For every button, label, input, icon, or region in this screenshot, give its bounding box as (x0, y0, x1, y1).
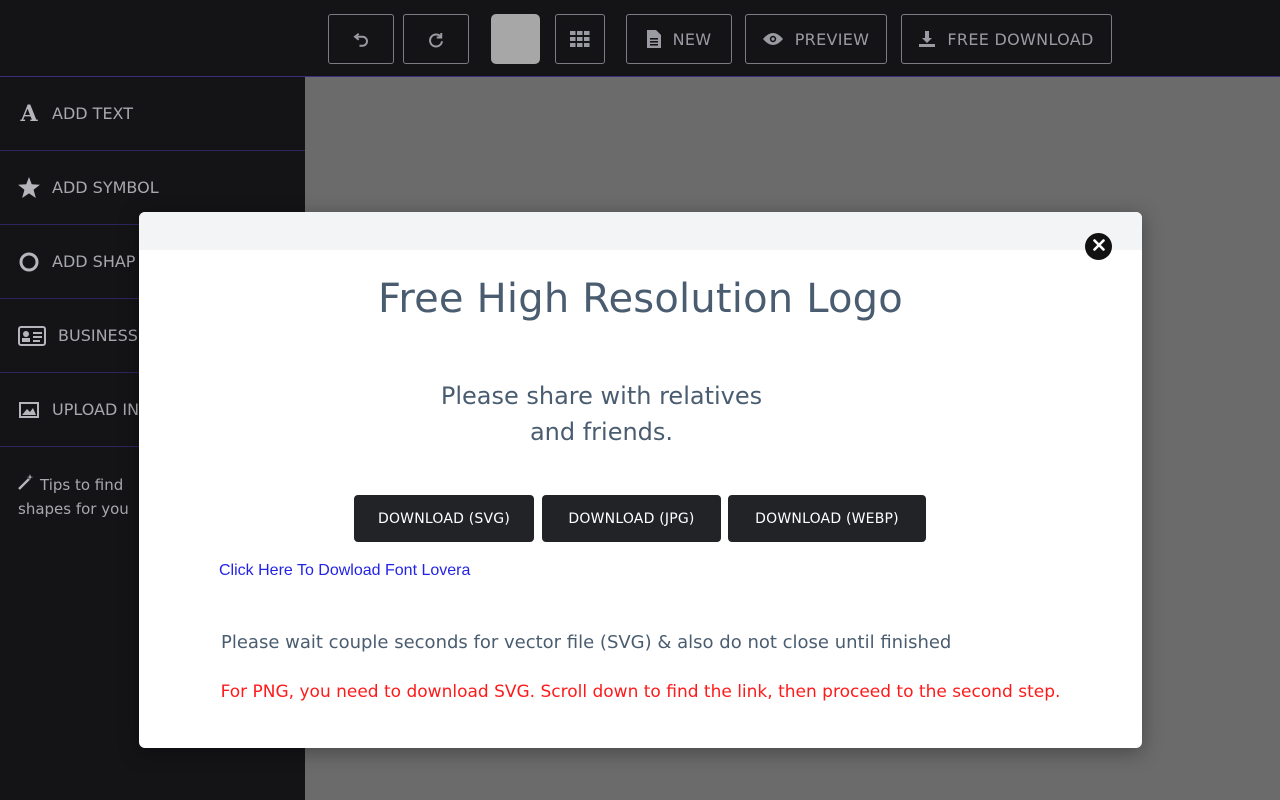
download-svg-button[interactable]: DOWNLOAD (SVG) (354, 495, 534, 542)
png-note: For PNG, you need to download SVG. Scrol… (220, 682, 1061, 702)
close-icon (1092, 238, 1105, 256)
download-modal: Free High Resolution Logo Please share w… (139, 212, 1142, 748)
modal-subtitle: Please share with relatives and friends. (440, 382, 763, 446)
download-jpg-button[interactable]: DOWNLOAD (JPG) (542, 495, 721, 542)
modal-header (139, 212, 1142, 250)
download-webp-button[interactable]: DOWNLOAD (WEBP) (728, 495, 926, 542)
modal-title: Free High Resolution Logo (378, 276, 903, 322)
download-font-link[interactable]: Click Here To Dowload Font Lovera (219, 562, 470, 580)
close-button[interactable] (1085, 233, 1112, 260)
wait-note: Please wait couple seconds for vector fi… (221, 632, 952, 653)
modal-overlay: Free High Resolution Logo Please share w… (0, 0, 1280, 800)
